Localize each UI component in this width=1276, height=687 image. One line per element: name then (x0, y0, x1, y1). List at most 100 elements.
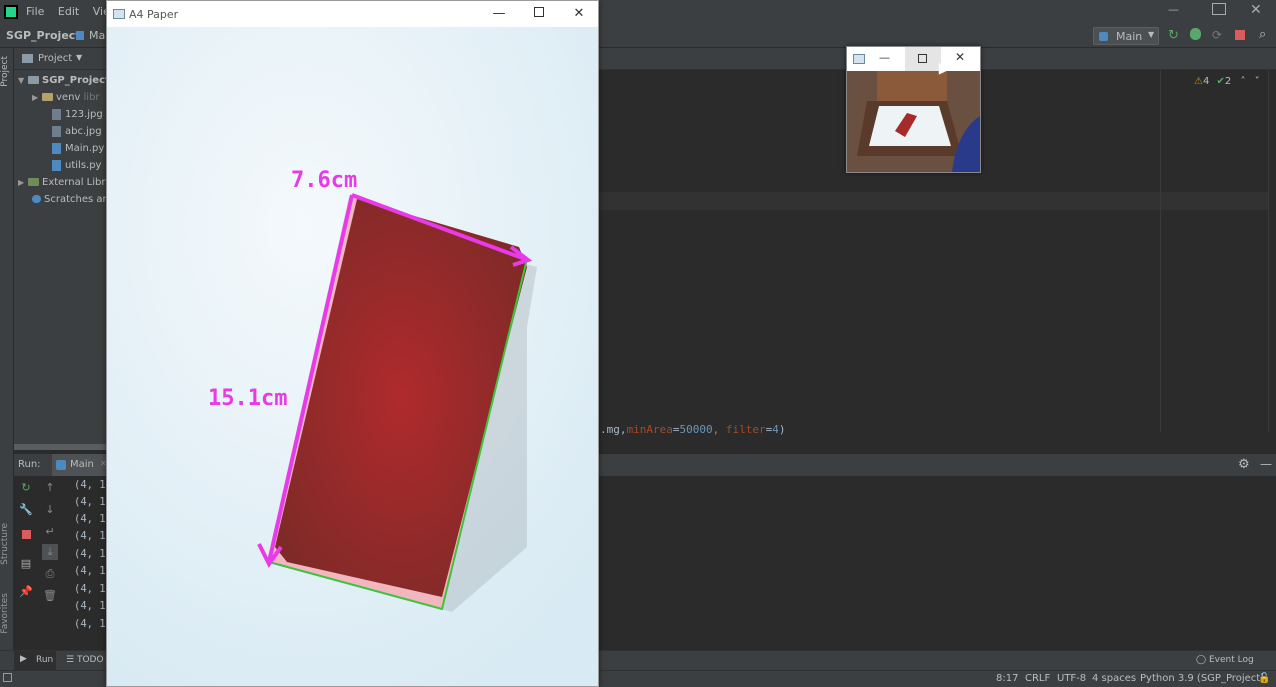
caret-position[interactable]: 8:17 (996, 673, 1018, 684)
python-file-icon (52, 142, 61, 154)
run-tab-main[interactable]: Main ✕ (52, 454, 110, 476)
tree-item-file[interactable]: 123.jpg (52, 106, 103, 123)
console-line: (4, 1 (74, 600, 106, 612)
lock-icon[interactable]: 🔓 (1258, 673, 1270, 684)
scroll-to-end-icon[interactable]: ⤓ (42, 544, 58, 560)
close-button[interactable]: ✕ (559, 1, 599, 27)
print-icon[interactable]: ⎙ (42, 566, 58, 582)
weak-warning-count: 2 (1224, 76, 1232, 87)
camera-feed (847, 71, 980, 172)
stop-icon[interactable] (18, 528, 34, 544)
a4-paper-window: A4 Paper — ✕ 7.6cm 15.1cm (106, 0, 599, 687)
image-file-icon (52, 108, 61, 120)
menu-file[interactable]: File (26, 5, 44, 18)
stripe-structure-tab[interactable]: Structure (0, 523, 14, 565)
tree-item-external-libraries[interactable]: ▶ External Libr (18, 174, 105, 191)
run-tool-tab[interactable]: ▶ Run (14, 651, 56, 671)
file-encoding[interactable]: UTF-8 (1057, 673, 1086, 684)
run-label: Run: (18, 459, 41, 470)
library-icon (28, 178, 39, 186)
pycharm-logo-icon (4, 5, 18, 19)
chevron-down-icon[interactable]: ▼ (76, 53, 82, 62)
inspections-widget[interactable]: ⚠4 ✔2 ˄ ˅ (1194, 76, 1260, 87)
trash-icon[interactable]: 🗑 (42, 588, 58, 604)
horizontal-scrollbar[interactable] (14, 444, 106, 450)
tree-item-root[interactable]: ▼ SGP_Project (18, 72, 110, 89)
breadcrumb-project[interactable]: SGP_Project (6, 29, 81, 42)
arrow-down-icon[interactable]: ↓ (42, 502, 58, 518)
todo-tool-tab[interactable]: ☰ TODO (66, 655, 104, 665)
window-app-icon (853, 54, 865, 64)
folder-icon (28, 76, 39, 84)
warped-paper-image: 7.6cm 15.1cm (107, 27, 598, 686)
measurement-canvas: 7.6cm 15.1cm (107, 27, 598, 686)
window-app-icon (113, 9, 125, 19)
search-icon[interactable]: ⌕ (1259, 27, 1266, 42)
stripe-favorites-tab[interactable]: Favorites (0, 593, 14, 634)
tree-item-file[interactable]: utils.py (52, 157, 101, 174)
pin-icon[interactable]: 📌 (18, 584, 34, 600)
python-icon (56, 460, 66, 470)
breadcrumb-file-icon (76, 31, 84, 40)
a4-window-title: A4 Paper (129, 8, 179, 21)
tree-item-file[interactable]: abc.jpg (52, 123, 102, 140)
line-separator[interactable]: CRLF (1025, 673, 1050, 684)
minimize-button[interactable]: — (479, 1, 519, 27)
console-line: (4, 1 (74, 565, 106, 577)
console-line: (4, 1 (74, 618, 106, 630)
console-line: (4, 1 (74, 513, 106, 525)
status-toggle-icon[interactable] (3, 673, 12, 682)
coverage-icon[interactable]: ⟳ (1212, 28, 1222, 42)
stop-icon[interactable] (1235, 30, 1245, 40)
rerun-icon[interactable]: ↻ (18, 480, 34, 496)
warning-icon: ⚠ (1194, 76, 1203, 87)
camera-window-titlebar[interactable]: — ✕ (847, 47, 980, 71)
indent-setting[interactable]: 4 spaces (1092, 673, 1136, 684)
minimize-button[interactable]: — (879, 51, 890, 64)
run-config-dropdown[interactable]: Main ▼ (1093, 27, 1159, 45)
stripe-project-tab[interactable]: Project (0, 56, 14, 87)
console-line: (4, 1 (74, 530, 106, 542)
tree-item-scratches[interactable]: Scratches an (32, 191, 109, 208)
event-log-icon: ◯ (1196, 655, 1207, 665)
rerun-icon[interactable]: ↻ (1168, 28, 1179, 43)
menu-edit[interactable]: Edit (58, 5, 79, 18)
chevron-up-icon[interactable]: ˄ (1240, 76, 1245, 87)
ide-restore-button[interactable] (1212, 3, 1226, 15)
python-interpreter[interactable]: Python 3.9 (SGP_Project) (1140, 673, 1264, 684)
settings-icon[interactable]: ⚙ (1238, 457, 1250, 472)
folder-icon (42, 93, 53, 101)
weak-warning-icon: ✔ (1216, 76, 1225, 87)
run-config-label: Main (1116, 30, 1143, 43)
a4-window-titlebar[interactable]: A4 Paper — ✕ (107, 1, 598, 27)
tree-item-venv[interactable]: ▶ venv libr (32, 89, 100, 106)
editor-scrollbar[interactable] (1268, 70, 1276, 432)
expand-icon: ▼ (18, 76, 25, 85)
arrow-up-icon[interactable]: ↑ (42, 480, 58, 496)
debug-icon[interactable] (1190, 28, 1201, 40)
project-view-icon (22, 54, 33, 63)
maximize-button[interactable] (519, 1, 559, 27)
ide-close-button[interactable]: ✕ (1250, 2, 1262, 18)
close-button[interactable]: ✕ (955, 50, 965, 64)
chair-back (877, 71, 947, 101)
python-file-icon (52, 159, 61, 171)
wrench-icon[interactable]: 🔧 (18, 502, 34, 518)
caret-row-highlight (598, 192, 1276, 210)
code-line: .mg,minArea=50000, filter=4) (600, 423, 786, 436)
soft-wrap-icon[interactable]: ↵ (42, 524, 58, 540)
event-log-tab[interactable]: ◯ Event Log (1196, 655, 1254, 665)
right-margin-guide (1160, 70, 1161, 432)
ide-minimize-button[interactable]: — (1168, 3, 1188, 16)
project-panel-title[interactable]: Project (38, 53, 72, 64)
layout-icon[interactable]: ▤ (18, 556, 34, 572)
chevron-down-icon[interactable]: ˅ (1255, 76, 1260, 87)
hide-icon[interactable]: — (1260, 457, 1272, 471)
python-icon (1099, 32, 1108, 41)
console-line: (4, 1 (74, 548, 106, 560)
play-icon: ▶ (20, 654, 27, 664)
list-icon: ☰ (66, 655, 75, 665)
height-label: 15.1cm (208, 386, 287, 411)
tree-item-file[interactable]: Main.py (52, 140, 104, 157)
console-line: (4, 1 (74, 583, 106, 595)
